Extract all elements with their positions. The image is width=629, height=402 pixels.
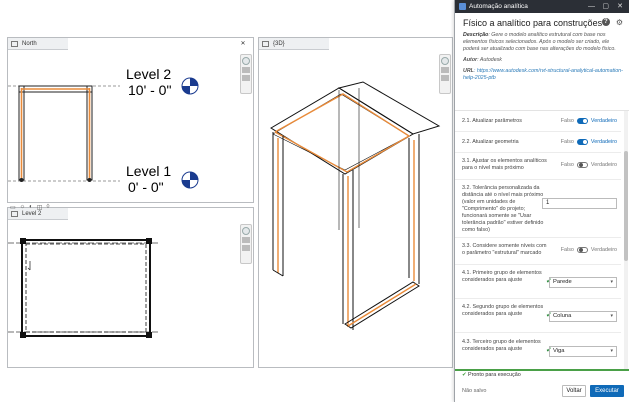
author-value: : Autodesk (477, 57, 502, 63)
toggle-switch[interactable] (576, 118, 588, 124)
author-label: Autor (463, 57, 478, 63)
scale-icon[interactable]: ▭ (10, 204, 16, 211)
hide-icon[interactable]: ◊ (46, 204, 49, 210)
setting-row: 4.2. Segundo grupo de elementos consider… (455, 299, 621, 333)
toggle-switch[interactable] (576, 247, 588, 253)
panel-titlebar[interactable]: Automação analítica — ▢ ✕ (455, 0, 629, 13)
url-label: URL (463, 68, 474, 74)
3d-zoom-icon[interactable] (441, 67, 449, 73)
automation-app-icon (459, 3, 466, 10)
plan-navigation-bar[interactable] (240, 224, 252, 264)
3d-steering-wheel-icon[interactable] (441, 57, 449, 65)
saved-state: Não salvo (462, 388, 487, 394)
setting-row: 2.2. Atualizar geometria Falso Verdadeir… (455, 132, 621, 153)
setting-label: 3.3. Considere somente níveis com o parâ… (462, 243, 547, 256)
sun-icon[interactable]: ☼ (20, 204, 26, 210)
setting-label: 3.1. Ajustar os elementos analíticos par… (462, 158, 547, 171)
close-panel-icon[interactable]: ✕ (617, 0, 623, 13)
second-group-value: Coluna (553, 313, 572, 319)
north-elevation-viewport[interactable]: North ✕ Level 2 10' - 0" Level 1 0' - 0" (7, 37, 254, 203)
back-button[interactable]: Voltar (562, 385, 586, 397)
level-1-name[interactable]: Level 1 (126, 163, 171, 179)
settings-list[interactable]: 2.1. Atualizar parâmetros Falso Verdadei… (455, 111, 625, 369)
level-2-elevation[interactable]: 10' - 0" (128, 82, 171, 98)
panel-heading: Físico a analítico para construções (463, 18, 603, 28)
navigation-bar[interactable] (240, 54, 252, 94)
false-label: Falso (560, 162, 574, 168)
third-group-value: Viga (553, 348, 565, 354)
toggle-structural-levels-only[interactable]: Falso Verdadeiro (561, 247, 617, 253)
plan-steering-wheel-icon[interactable] (242, 227, 250, 235)
panel-header: Físico a analítico para construções ? ⚙ … (455, 13, 629, 111)
setting-label: 2.2. Atualizar geometria (462, 139, 519, 145)
setting-row: 3.1. Ajustar os elementos analíticos par… (455, 153, 621, 180)
zoom-icon[interactable] (242, 67, 250, 73)
false-label: Falso (560, 139, 574, 145)
true-label: Verdadeiro (590, 162, 617, 168)
url: URL: https://www.autodesk.com/rvt-struct… (463, 68, 623, 82)
settings-gear-icon[interactable]: ⚙ (616, 18, 623, 27)
shadow-icon[interactable]: ◐ (29, 204, 33, 210)
first-group-value: Parede (553, 279, 572, 285)
panel-footer: Não salvo Voltar Executar (455, 380, 629, 402)
minimize-icon[interactable]: — (588, 0, 595, 13)
setting-label: 3.2. Tolerância personalizada da distânc… (462, 185, 544, 233)
true-label: Verdadeiro (590, 247, 617, 253)
3d-pan-icon[interactable] (441, 75, 449, 81)
steering-wheel-icon[interactable] (242, 57, 250, 65)
toggle-switch[interactable] (576, 139, 588, 145)
plan-pan-icon[interactable] (242, 245, 250, 251)
false-label: Falso (560, 118, 574, 124)
header-icons: ? ⚙ (601, 18, 623, 27)
tolerance-input[interactable]: 1 (542, 198, 617, 209)
level-2-name[interactable]: Level 2 (126, 66, 171, 82)
description-label: Descrição (463, 32, 489, 38)
setting-row: 4.1. Primeiro grupo de elementos conside… (455, 265, 621, 299)
setting-label: 2.1. Atualizar parâmetros (462, 118, 522, 124)
setting-row: 3.2. Tolerância personalizada da distânc… (455, 180, 621, 238)
run-button[interactable]: Executar (590, 385, 624, 397)
maximize-icon[interactable]: ▢ (602, 0, 609, 13)
true-label: Verdadeiro (590, 118, 617, 124)
setting-label: 4.1. Primeiro grupo de elementos conside… (462, 270, 542, 283)
scrollbar-thumb[interactable] (624, 151, 628, 261)
setting-row: 4.3. Terceiro grupo de elementos conside… (455, 333, 621, 369)
toggle-switch[interactable] (576, 162, 588, 168)
plan-zoom-icon[interactable] (242, 237, 250, 243)
panel-window-title: Automação analítica (469, 3, 528, 10)
true-label: Verdadeiro (590, 139, 617, 145)
setting-row: 3.3. Considere somente níveis com o parâ… (455, 238, 621, 265)
setting-label: 4.3. Terceiro grupo de elementos conside… (462, 339, 541, 352)
status-bar: ✔ Pronto para execução (455, 369, 629, 378)
chevron-down-icon: ▾ (610, 313, 613, 319)
3d-model-drawing (270, 81, 441, 330)
toggle-update-parameters[interactable]: Falso Verdadeiro (561, 118, 617, 124)
help-icon[interactable]: ? (601, 18, 610, 26)
status-text: Pronto para execução (468, 372, 521, 378)
analytical-automation-panel[interactable]: Automação analítica — ▢ ✕ Físico a analí… (454, 0, 629, 402)
chevron-down-icon: ▾ (610, 348, 613, 354)
description: Descrição: Gere o modelo analítico estru… (463, 32, 623, 53)
settings-scrollbar[interactable] (624, 111, 628, 369)
level-2-plan-drawing (8, 238, 158, 338)
third-group-select[interactable]: Viga ▾ (549, 346, 617, 357)
setting-label: 4.2. Segundo grupo de elementos consider… (462, 304, 544, 317)
3d-navigation-bar[interactable] (439, 54, 451, 94)
3d-viewport[interactable]: {3D} (258, 37, 453, 368)
chevron-down-icon: ▾ (610, 279, 613, 285)
first-group-select[interactable]: Parede ▾ (549, 277, 617, 288)
ready-check-icon: ✔ (462, 372, 467, 378)
toggle-update-geometry[interactable]: Falso Verdadeiro (561, 139, 617, 145)
second-group-select[interactable]: Coluna ▾ (549, 311, 617, 322)
pan-icon[interactable] (242, 75, 250, 81)
false-label: Falso (560, 247, 574, 253)
setting-row: 2.1. Atualizar parâmetros Falso Verdadei… (455, 111, 621, 132)
level-1-elevation[interactable]: 0' - 0" (128, 179, 164, 195)
level-2-plan-viewport[interactable]: Level 2 (7, 207, 254, 368)
toggle-snap-to-level[interactable]: Falso Verdadeiro (561, 162, 617, 168)
crop-icon[interactable]: ◫ (37, 204, 43, 211)
url-link[interactable]: : https://www.autodesk.com/rvt-structura… (463, 68, 623, 81)
author: Autor: Autodesk (463, 57, 623, 64)
elevation-view-controls[interactable]: ▭ ☼ ◐ ◫ ◊ (10, 202, 170, 212)
